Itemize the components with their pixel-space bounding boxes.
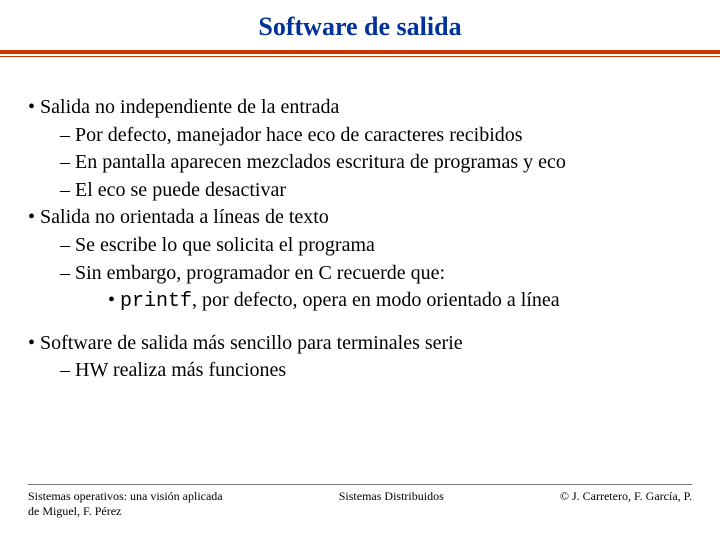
slide-title: Software de salida xyxy=(0,12,720,42)
slide: Software de salida Salida no independien… xyxy=(0,0,720,540)
gap xyxy=(28,315,692,329)
bullet-l1: El eco se puede desactivar xyxy=(28,178,692,204)
bullet-l1: Se escribe lo que solicita el programa xyxy=(28,233,692,259)
bullet-l0: Salida no orientada a líneas de texto xyxy=(28,205,692,231)
footer-center: Sistemas Distribuidos xyxy=(223,489,560,518)
footer-row: Sistemas operativos: una visión aplicada… xyxy=(28,489,692,518)
footer-left-line2: de Miguel, F. Pérez xyxy=(28,504,223,518)
bullet-l1: Sin embargo, programador en C recuerde q… xyxy=(28,261,692,287)
footer-right: © J. Carretero, F. García, P. xyxy=(560,489,692,518)
footer-left: Sistemas operativos: una visión aplicada… xyxy=(28,489,223,518)
footer-rule xyxy=(28,484,692,485)
bullet-l2: printf, por defecto, opera en modo orien… xyxy=(28,288,692,315)
title-block: Software de salida xyxy=(0,0,720,57)
bullet-l0: Salida no independiente de la entrada xyxy=(28,95,692,121)
code-text: printf xyxy=(120,290,192,313)
bullet-text: , por defecto, opera en modo orientado a… xyxy=(192,289,560,311)
bullet-l1: Por defecto, manejador hace eco de carac… xyxy=(28,123,692,149)
bullet-l1: En pantalla aparecen mezclados escritura… xyxy=(28,150,692,176)
footer: Sistemas operativos: una visión aplicada… xyxy=(28,484,692,518)
content: Salida no independiente de la entrada Po… xyxy=(0,57,720,384)
footer-left-line1: Sistemas operativos: una visión aplicada xyxy=(28,489,223,503)
title-rules xyxy=(0,50,720,57)
orange-rule-thick xyxy=(0,50,720,54)
bullet-l0: Software de salida más sencillo para ter… xyxy=(28,331,692,357)
bullet-l1: HW realiza más funciones xyxy=(28,358,692,384)
